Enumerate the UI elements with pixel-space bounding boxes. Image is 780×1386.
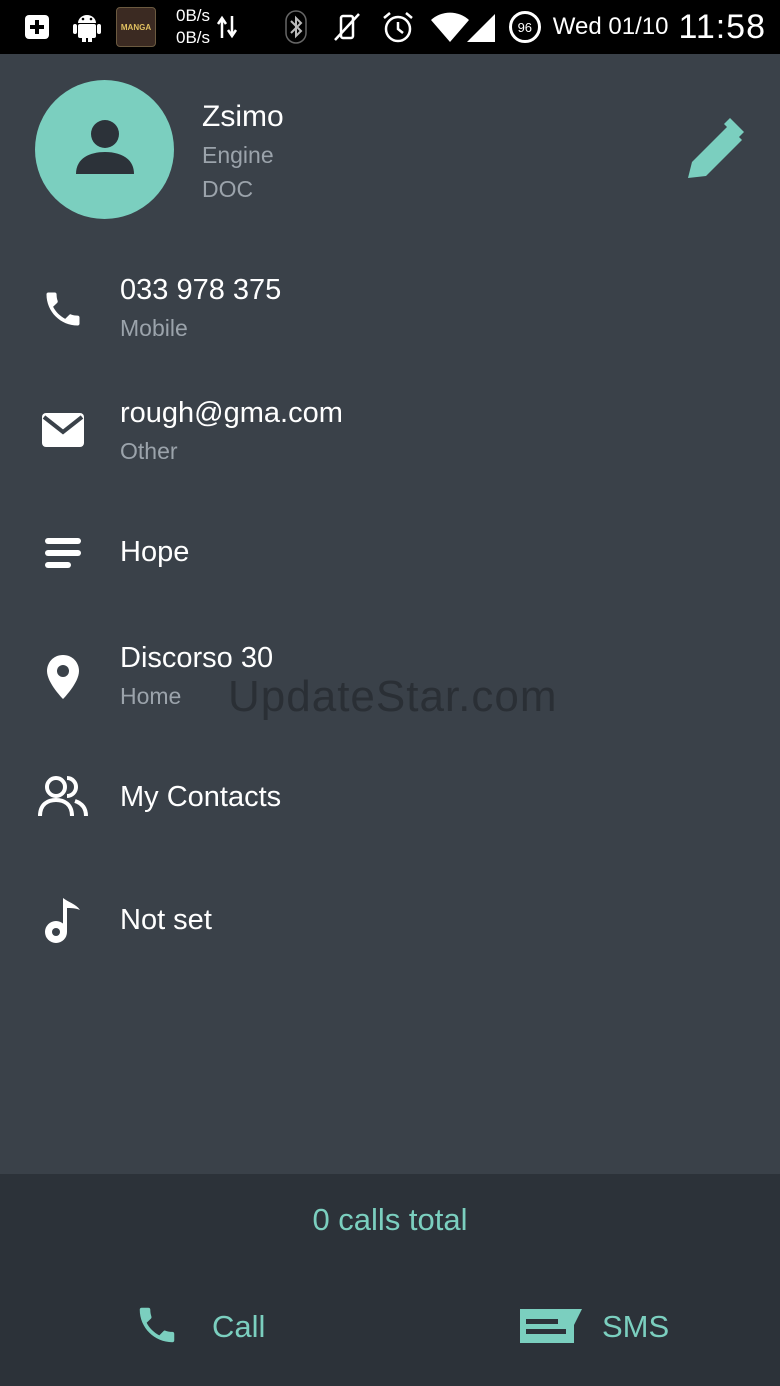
notes-row[interactable]: Hope [0,530,780,590]
sms-label: SMS [602,1309,670,1344]
ringtone-icon [36,894,90,948]
net-up-text: 0B/s [176,6,211,25]
email-icon [36,403,90,457]
status-date: Wed 01/10 [552,13,669,40]
notes-icon [36,526,90,580]
address-street: Discorso 30 [120,642,274,674]
phone-number: 033 978 375 [120,274,282,306]
ringtone-row[interactable]: Not set [0,898,780,958]
location-icon [36,650,90,704]
calls-total: 0 calls total [312,1202,468,1237]
bottom-bar: 0 calls total Call SMS [0,1174,780,1386]
signal-icon [465,10,497,44]
avatar[interactable] [35,80,174,219]
app-thumbnail-icon: MANGA [116,7,156,47]
phone-row[interactable]: 033 978 375 Mobile [0,270,780,360]
group-name: My Contacts [120,781,282,813]
edit-button[interactable] [676,114,748,186]
note-text: Hope [120,536,190,568]
data-transfer-icon [216,12,238,42]
status-time: 11:58 [678,7,766,46]
bluetooth-icon [285,10,307,44]
watermark: UpdateStar.com [228,672,558,721]
net-down-text: 0B/s [176,28,211,47]
phone-type: Mobile [120,315,188,341]
alarm-icon [381,10,415,44]
contact-title: DOC [202,176,254,202]
pencil-icon [680,116,744,185]
sms-button[interactable]: SMS [518,1292,669,1362]
contact-name: Zsimo [202,100,284,133]
email-type: Other [120,438,178,464]
add-notification-icon [22,12,52,42]
call-label: Call [212,1309,266,1344]
address-type: Home [120,683,182,709]
call-button[interactable]: Call [134,1292,265,1362]
android-debug-icon [72,11,102,43]
email-row[interactable]: rough@gma.com Other [0,393,780,483]
battery-icon: 96 [508,11,541,43]
email-address: rough@gma.com [120,397,343,429]
status-bar: MANGA 0B/s 0B/s 96 Wed 01/10 11:58 [0,0,780,54]
group-icon [36,769,90,823]
group-row[interactable]: My Contacts [0,775,780,835]
contact-company: Engine [202,142,274,168]
network-speed: 0B/s 0B/s [176,5,210,49]
vibrate-off-icon [331,10,363,44]
person-icon [74,116,136,183]
phone-icon [36,282,90,336]
ringtone-value: Not set [120,904,212,936]
sms-icon [518,1305,584,1350]
call-icon [134,1302,180,1353]
